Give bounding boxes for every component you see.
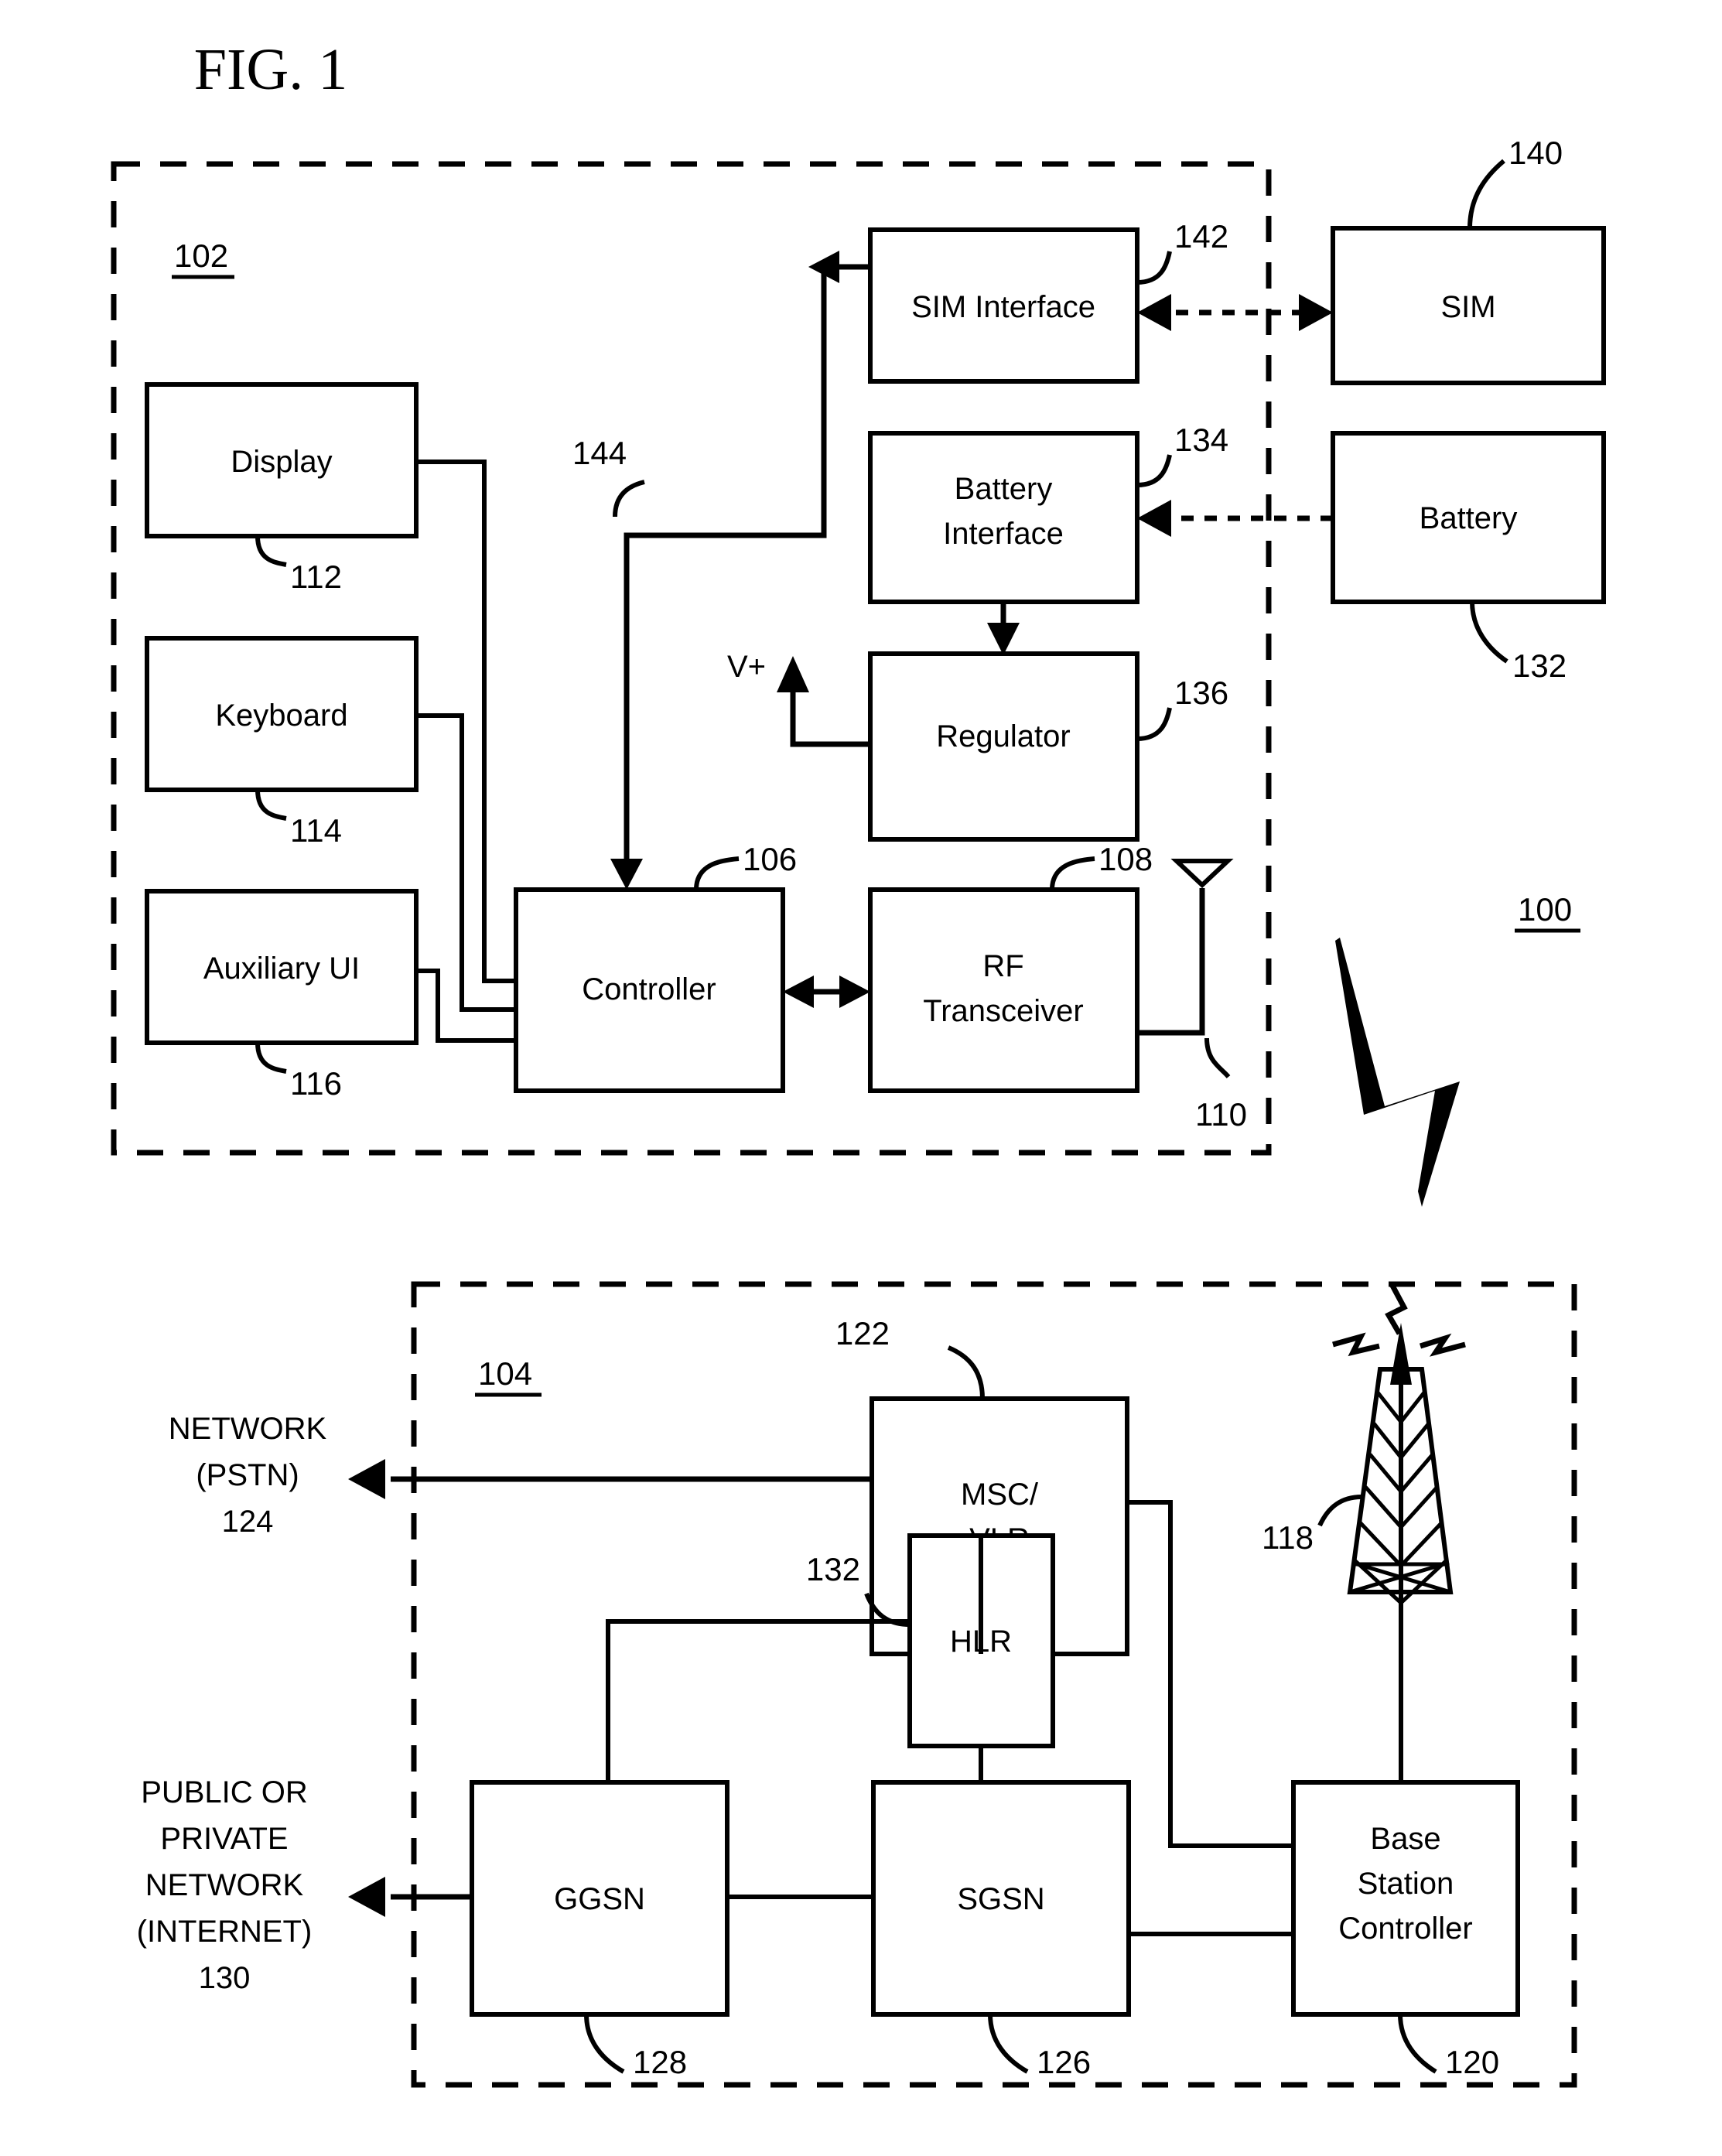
block-keyboard: Keyboard 114 <box>145 636 419 849</box>
rf-transceiver-box <box>868 887 1139 1093</box>
display-label: Display <box>231 445 332 479</box>
rf-transceiver-label-2: Transceiver <box>923 994 1083 1028</box>
wire-battery-battery-interface <box>1137 500 1333 537</box>
block-base-station-controller: Base Station Controller 120 <box>1291 1780 1520 2080</box>
sim-bus-ref: 144 <box>572 435 627 471</box>
bsc-label-2: Station <box>1358 1867 1454 1901</box>
svg-text:PUBLIC OR: PUBLIC OR <box>141 1775 308 1809</box>
svg-text:PRIVATE: PRIVATE <box>160 1822 288 1856</box>
block-rf-transceiver: RF Transceiver 108 <box>868 841 1153 1093</box>
block-battery-interface: Battery Interface 134 <box>868 422 1228 604</box>
antenna-ref: 110 <box>1195 1096 1247 1133</box>
figure-title: FIG. 1 <box>194 37 347 102</box>
wire-controller-rf <box>783 975 870 1008</box>
keyboard-label: Keyboard <box>215 699 347 733</box>
sgsn-ref: 126 <box>1037 2044 1091 2080</box>
wire-hlr-ggsn <box>606 1619 910 1782</box>
bsc-ref: 120 <box>1445 2044 1499 2080</box>
mobile-device-ref: 102 <box>172 237 234 279</box>
controller-ref: 106 <box>743 841 797 877</box>
regulator-ref: 136 <box>1174 675 1228 711</box>
svg-text:(PSTN): (PSTN) <box>196 1458 299 1492</box>
block-battery: Battery 132 <box>1331 431 1606 684</box>
svg-text:124: 124 <box>222 1505 274 1539</box>
block-controller: Controller 106 <box>514 841 797 1093</box>
wire-ggsn-internet <box>348 1877 472 1917</box>
power-rail-vplus: V+ <box>727 650 870 747</box>
wire-display-controller <box>416 460 516 983</box>
cell-tower-icon: 118 <box>1262 1283 1466 1782</box>
hlr-ref: 132 <box>806 1551 860 1587</box>
antenna: 110 <box>1137 859 1247 1133</box>
auxiliary-ui-label: Auxiliary UI <box>203 952 360 986</box>
block-sim: SIM 140 <box>1331 135 1606 385</box>
svg-text:NETWORK: NETWORK <box>145 1868 304 1902</box>
block-sim-interface: SIM Interface 142 <box>868 218 1228 384</box>
battery-interface-label-1: Battery <box>955 472 1053 506</box>
tower-ref: 118 <box>1262 1519 1314 1556</box>
sim-interface-label: SIM Interface <box>911 290 1095 324</box>
sim-ref: 140 <box>1508 135 1563 171</box>
regulator-label: Regulator <box>936 719 1070 753</box>
bsc-label-1: Base <box>1370 1822 1440 1856</box>
sim-label: SIM <box>1440 290 1495 324</box>
keyboard-ref: 114 <box>290 812 342 849</box>
msc-vlr-ref: 122 <box>835 1315 890 1351</box>
wire-battery-regulator <box>987 602 1020 655</box>
svg-text:104: 104 <box>478 1355 532 1392</box>
wire-sim-interface-sim <box>1137 294 1333 331</box>
rf-transceiver-label-1: RF <box>982 949 1023 983</box>
block-regulator: Regulator 136 <box>868 651 1228 842</box>
block-auxiliary-ui: Auxiliary UI 116 <box>145 889 419 1102</box>
wire-keyboard-controller <box>416 713 516 1012</box>
wire-sim-bus-144: 144 <box>572 251 870 890</box>
battery-ref: 132 <box>1512 647 1567 684</box>
svg-text:102: 102 <box>174 237 228 274</box>
msc-vlr-label-1: MSC/ <box>961 1478 1039 1512</box>
internet-network-label: PUBLIC OR PRIVATE NETWORK (INTERNET) 130 <box>137 1775 313 1995</box>
svg-text:(INTERNET): (INTERNET) <box>137 1915 313 1949</box>
battery-interface-label-2: Interface <box>943 517 1064 551</box>
controller-label: Controller <box>582 972 716 1006</box>
display-ref: 112 <box>290 559 342 595</box>
svg-text:100: 100 <box>1518 891 1572 928</box>
ggsn-label: GGSN <box>554 1882 645 1916</box>
block-sgsn: SGSN 126 <box>871 1780 1131 2080</box>
auxiliary-ui-ref: 116 <box>290 1065 342 1102</box>
block-ggsn: GGSN 128 <box>470 1780 729 2080</box>
sim-interface-ref: 142 <box>1174 218 1228 255</box>
bsc-label-3: Controller <box>1338 1912 1472 1946</box>
rf-transceiver-ref: 108 <box>1098 841 1153 877</box>
vplus-label: V+ <box>727 650 766 684</box>
sgsn-label: SGSN <box>957 1882 1044 1916</box>
block-display: Display 112 <box>145 382 419 595</box>
pstn-network-label: NETWORK (PSTN) 124 <box>169 1412 327 1539</box>
block-hlr: HLR 132 <box>806 1533 1055 1748</box>
svg-text:130: 130 <box>199 1961 251 1995</box>
network-ref: 104 <box>475 1355 542 1397</box>
battery-interface-ref: 134 <box>1174 422 1228 458</box>
wire-msc-pstn <box>348 1459 872 1499</box>
patent-figure-1: FIG. 1 102 Display 112 Keyboard 114 Auxi… <box>111 37 1606 2088</box>
svg-text:NETWORK: NETWORK <box>169 1412 327 1446</box>
battery-label: Battery <box>1420 501 1518 535</box>
system-ref: 100 <box>1515 891 1580 933</box>
rf-link-lightning-icon <box>1335 938 1460 1207</box>
ggsn-ref: 128 <box>633 2044 687 2080</box>
